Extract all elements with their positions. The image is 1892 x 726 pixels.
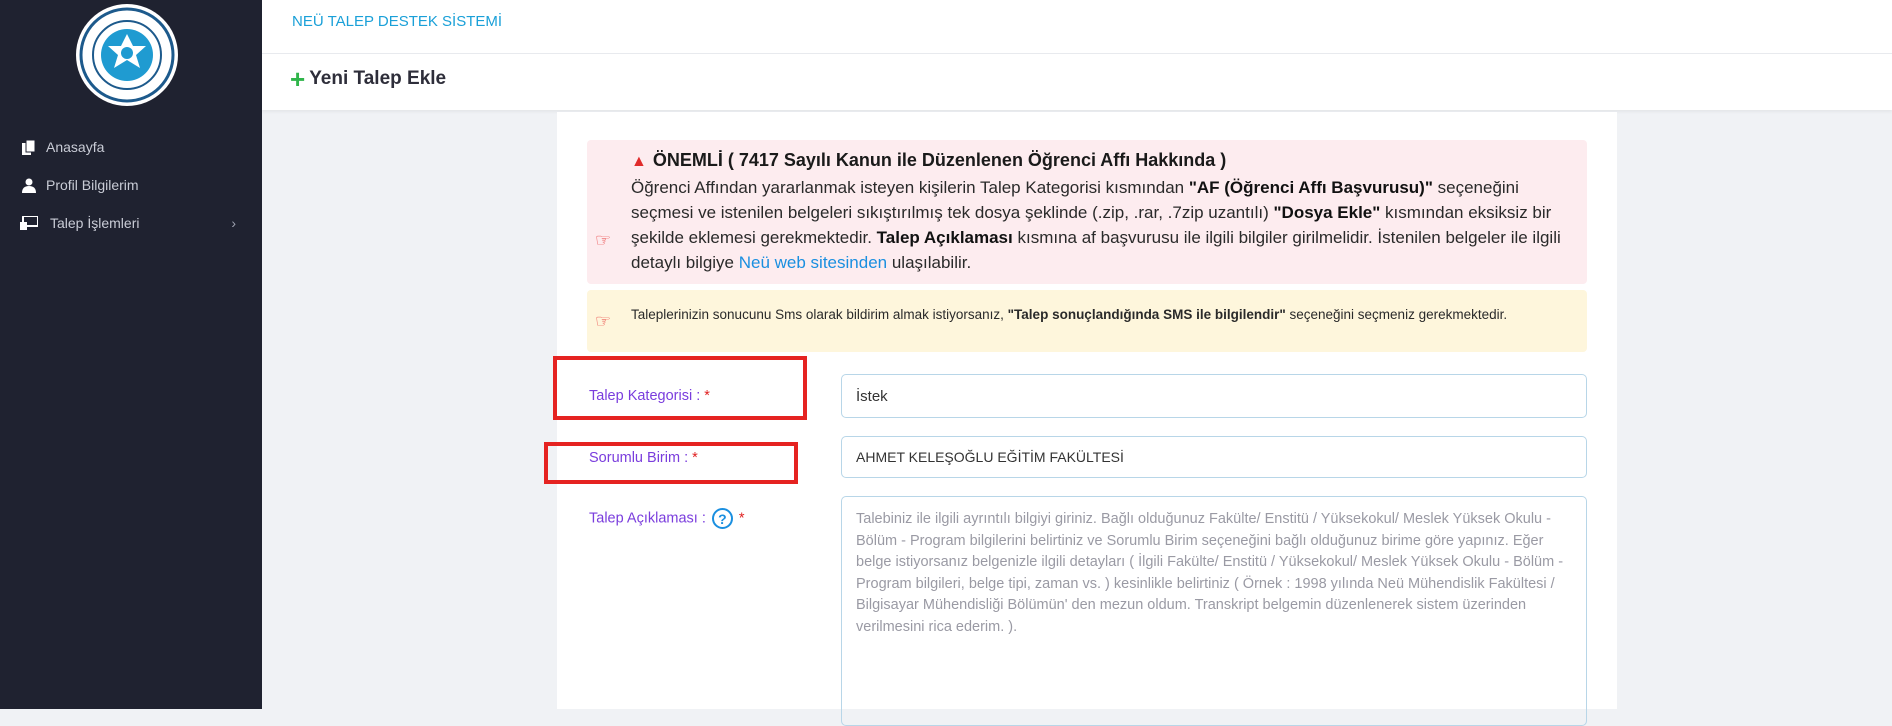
desk-icon bbox=[20, 214, 38, 232]
add-request-label: Yeni Talep Ekle bbox=[309, 68, 447, 89]
files-icon bbox=[20, 138, 38, 156]
alert-text: Öğrenci Affından yararlanmak isteyen kiş… bbox=[631, 178, 1561, 272]
pointing-hand-icon: ☞ bbox=[595, 230, 612, 250]
alert-title: ▲ ÖNEMLİ ( 7417 Sayılı Kanun ile Düzenlen… bbox=[631, 150, 1227, 170]
sidebar-item-label: Anasayfa bbox=[46, 139, 105, 155]
important-alert: ☞ ▲ ÖNEMLİ ( 7417 Sayılı Kanun ile Düzenl… bbox=[587, 140, 1587, 284]
highlight-box-unit bbox=[544, 442, 798, 484]
chevron-right-icon: › bbox=[231, 215, 236, 231]
sms-alert-text: Taleplerinizin sonucunu Sms olarak bildi… bbox=[631, 307, 1508, 322]
sidebar: Anasayfa Profil Bilgilerim Talep İşlemle… bbox=[0, 0, 262, 709]
sidebar-item-anasayfa[interactable]: Anasayfa bbox=[0, 128, 262, 166]
system-title[interactable]: NEÜ TALEP DESTEK SİSTEMİ bbox=[292, 13, 502, 30]
help-icon[interactable]: ? bbox=[711, 508, 733, 529]
description-label: Talep Açıklaması : ? * bbox=[589, 508, 745, 529]
category-select[interactable]: İstek bbox=[841, 374, 1587, 418]
responsible-unit-select[interactable]: AHMET KELEŞOĞLU EĞİTİM FAKÜLTESİ bbox=[841, 436, 1587, 478]
sidebar-item-profil[interactable]: Profil Bilgilerim bbox=[0, 166, 262, 204]
sidebar-nav: Anasayfa Profil Bilgilerim Talep İşlemle… bbox=[0, 128, 262, 242]
pointing-hand-icon: ☞ bbox=[595, 311, 612, 331]
highlight-box-category bbox=[553, 356, 807, 420]
sidebar-item-label: Talep İşlemleri bbox=[50, 215, 140, 231]
warning-triangle-icon: ▲ bbox=[631, 153, 647, 170]
plus-icon: + bbox=[290, 64, 306, 94]
sms-info-alert: ☞ Taleplerinizin sonucunu Sms olarak bil… bbox=[587, 290, 1587, 352]
request-form-card: ☞ ▲ ÖNEMLİ ( 7417 Sayılı Kanun ile Düzenl… bbox=[544, 112, 1617, 726]
page-header: + Yeni Talep Ekle bbox=[262, 54, 1892, 110]
add-request-button[interactable]: + Yeni Talep Ekle bbox=[290, 64, 447, 94]
top-bar: NEÜ TALEP DESTEK SİSTEMİ bbox=[262, 0, 1892, 54]
description-textarea[interactable]: Talebiniz ile ilgili ayrıntılı bilgiyi g… bbox=[841, 496, 1587, 726]
university-seal-icon[interactable] bbox=[76, 4, 178, 106]
sidebar-item-label: Profil Bilgilerim bbox=[46, 177, 139, 193]
neu-website-link[interactable]: Neü web sitesinden bbox=[739, 253, 887, 272]
sidebar-item-talep-islemleri[interactable]: Talep İşlemleri › bbox=[0, 204, 262, 242]
user-icon bbox=[20, 176, 38, 194]
